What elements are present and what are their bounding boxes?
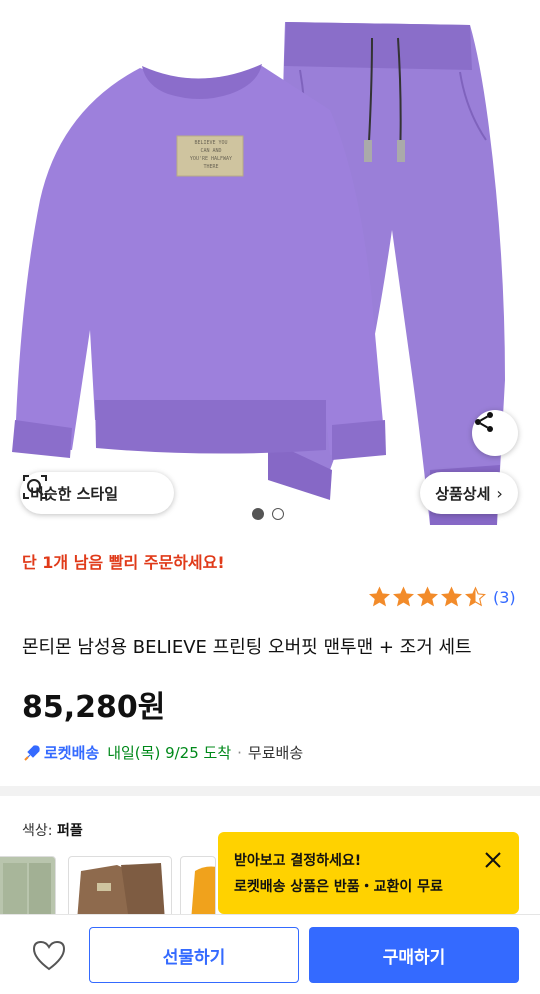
star-icon <box>465 586 486 607</box>
free-return-tooltip: 받아보고 결정하세요! 로켓배송 상품은 반품・교환이 무료 <box>218 832 519 924</box>
product-image[interactable]: BELIEVE YOU CAN AND YOU'RE HALFWAY THERE… <box>0 0 540 532</box>
wishlist-heart-icon[interactable] <box>30 937 68 973</box>
print-line: BELIEVE YOU <box>194 140 228 146</box>
share-button[interactable] <box>472 410 518 456</box>
product-detail-label: 상품상세 <box>435 484 491 503</box>
star-icon <box>393 586 414 607</box>
stock-urgency-text: 단 1개 남음 빨리 주문하세요! <box>22 553 225 572</box>
gift-button[interactable]: 선물하기 <box>89 927 299 983</box>
tooltip-headline: 받아보고 결정하세요! <box>234 853 362 869</box>
color-thumb-sage[interactable] <box>0 856 56 920</box>
thumb-image <box>77 863 165 919</box>
color-thumb-orange[interactable] <box>180 856 216 920</box>
delivery-separator: · <box>237 743 242 762</box>
product-photo <box>12 22 505 525</box>
similar-style-button[interactable]: 비슷한 스타일 <box>20 472 174 514</box>
review-count[interactable]: (3) <box>493 588 516 607</box>
product-title: 몬티몬 남성용 BELIEVE 프린팅 오버핏 맨투맨 + 조거 세트 <box>22 637 472 658</box>
arrival-date: 내일(목) 9/25 도착 <box>107 744 232 762</box>
print-text-block: BELIEVE YOU CAN AND YOU'RE HALFWAY THERE <box>180 139 242 171</box>
section-divider <box>0 786 540 796</box>
tooltip-body: 로켓배송 상품은 반품・교환이 무료 <box>234 879 443 895</box>
print-line: YOU'RE HALFWAY <box>189 156 233 162</box>
color-option-title: 색상: <box>22 823 53 839</box>
product-detail-button[interactable]: 상품상세 › <box>420 472 518 514</box>
delivery-info: 로켓배송 내일(목) 9/25 도착 · 무료배송 <box>22 742 303 763</box>
rocket-delivery-badge: 로켓배송 <box>44 744 100 762</box>
sweatshirt-illustration <box>12 64 386 460</box>
print-line: CAN AND <box>200 148 222 154</box>
thumb-image <box>191 866 215 919</box>
chevron-right-icon: › <box>496 483 503 503</box>
rocket-icon <box>24 744 40 761</box>
share-icon <box>475 412 493 432</box>
image-search-icon <box>23 475 47 499</box>
purchase-bar: 선물하기 구매하기 <box>0 914 540 994</box>
rating-stars <box>368 586 487 608</box>
close-icon[interactable] <box>483 850 503 870</box>
star-icon <box>369 586 390 607</box>
star-icon <box>417 586 438 607</box>
color-thumb-brown[interactable] <box>68 856 172 920</box>
pagination-dot-active[interactable] <box>252 508 264 520</box>
product-price: 85,280원 <box>22 690 166 725</box>
product-rating[interactable]: (3) <box>368 586 516 608</box>
image-pagination <box>252 508 284 520</box>
pagination-dot[interactable] <box>272 508 284 520</box>
free-shipping-text: 무료배송 <box>247 744 304 762</box>
color-option-value: 퍼플 <box>56 823 83 839</box>
color-option-label: 색상: 퍼플 <box>22 820 83 840</box>
thumb-image <box>3 863 51 919</box>
print-line: THERE <box>203 164 219 170</box>
star-icon <box>441 586 462 607</box>
buy-button[interactable]: 구매하기 <box>309 927 519 983</box>
